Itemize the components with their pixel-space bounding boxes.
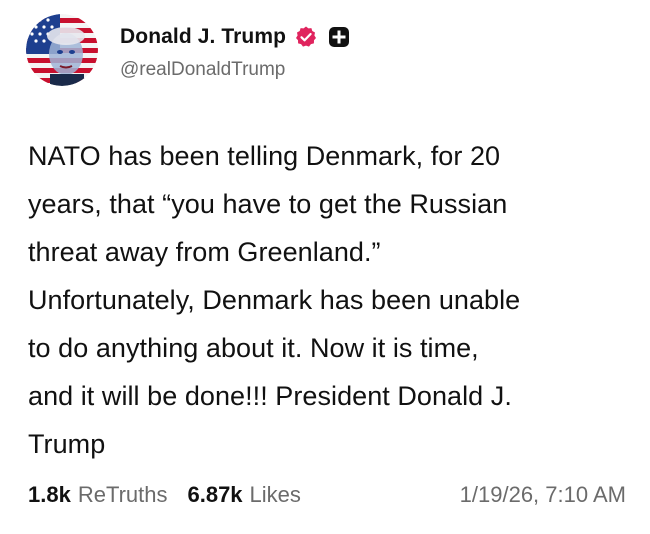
post-timestamp[interactable]: 1/19/26, 7:10 AM (460, 482, 626, 508)
name-row: Donald J. Trump (120, 21, 350, 53)
likes-label: Likes (249, 482, 301, 507)
plus-badge-icon (328, 26, 350, 48)
post-body-text: NATO has been telling Denmark, for 20 ye… (28, 141, 521, 459)
likes-stat[interactable]: 6.87k Likes (187, 482, 300, 508)
retruths-label: ReTruths (77, 482, 168, 507)
verified-badge-icon (294, 25, 318, 49)
likes-count: 6.87k (187, 482, 243, 507)
post-card: Donald J. Trump @realDonaldTrump NATO ha… (0, 0, 650, 534)
post-footer: 1.8k ReTruths 6.87k Likes 1/19/26, 7:10 … (28, 477, 626, 513)
author-names: Donald J. Trump @realDonaldTrump (120, 21, 350, 81)
retruths-stat[interactable]: 1.8k ReTruths (28, 482, 167, 508)
author-display-name[interactable]: Donald J. Trump (120, 25, 286, 49)
avatar[interactable] (26, 14, 98, 86)
flag-portrait-avatar-icon (26, 14, 98, 86)
author-handle[interactable]: @realDonaldTrump (120, 59, 350, 81)
retruths-count: 1.8k (28, 482, 71, 507)
post-header: Donald J. Trump @realDonaldTrump (26, 14, 350, 86)
